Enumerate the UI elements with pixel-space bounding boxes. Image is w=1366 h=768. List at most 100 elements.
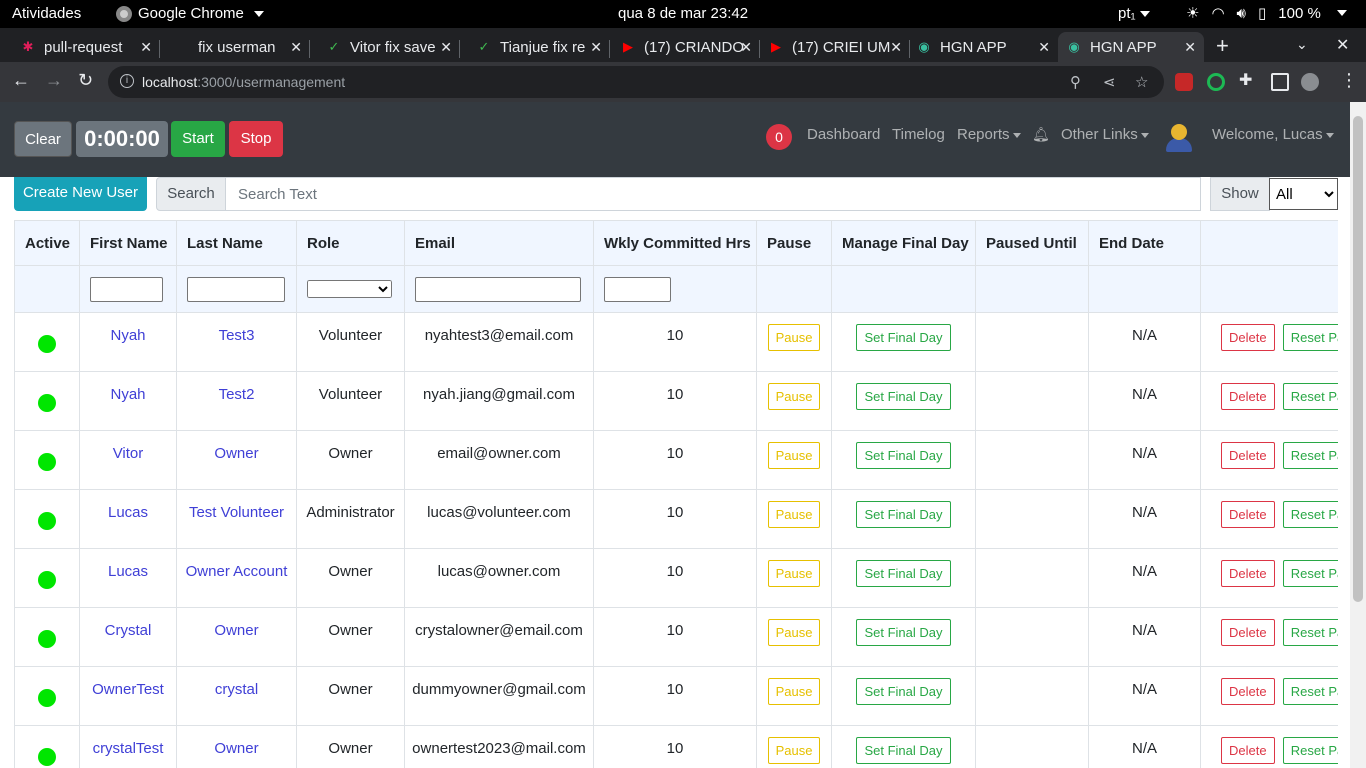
input-method[interactable]: pt₁ [1118, 5, 1150, 22]
nav-welcome-menu[interactable]: Welcome, Lucas [1212, 126, 1334, 143]
show-select[interactable]: All [1269, 178, 1338, 210]
set-final-day-button[interactable]: Set Final Day [856, 737, 951, 764]
pause-button[interactable]: Pause [767, 737, 821, 764]
nav-other-links[interactable]: Other Links [1061, 126, 1149, 143]
delete-button[interactable]: Delete [1221, 619, 1275, 646]
delete-button[interactable]: Delete [1221, 560, 1275, 587]
active-status-dot[interactable] [38, 630, 56, 648]
activities-button[interactable]: Atividades [12, 5, 81, 22]
active-status-dot[interactable] [38, 748, 56, 766]
last-name-link[interactable]: crystal [176, 666, 297, 726]
address-bar[interactable]: i localhost:3000/usermanagement ⚲ ⋖ ☆ [108, 66, 1164, 98]
last-name-link[interactable]: Test Volunteer [176, 489, 297, 549]
scrollbar-thumb[interactable] [1353, 116, 1363, 602]
set-final-day-button[interactable]: Set Final Day [856, 501, 951, 528]
delete-button[interactable]: Delete [1221, 324, 1275, 351]
browser-tab-active[interactable]: ◉ HGN APP ✕ [1058, 32, 1204, 62]
site-info-icon[interactable]: i [120, 74, 134, 88]
nav-timelog[interactable]: Timelog [892, 126, 945, 143]
stop-button[interactable]: Stop [229, 121, 283, 157]
col-header-last-name[interactable]: Last Name [176, 220, 297, 266]
col-header-email[interactable]: Email [404, 220, 594, 266]
col-header-first-name[interactable]: First Name [79, 220, 177, 266]
first-name-link[interactable]: OwnerTest [79, 666, 177, 726]
last-name-link[interactable]: Test2 [176, 371, 297, 431]
pause-button[interactable]: Pause [767, 619, 821, 646]
system-menu[interactable]: ☀ ◠ 🔊︎ ▯ 100 % [1186, 4, 1347, 22]
email-filter[interactable] [415, 276, 581, 302]
first-name-link[interactable]: Lucas [79, 548, 177, 608]
search-input[interactable] [225, 177, 1201, 211]
delete-button[interactable]: Delete [1221, 442, 1275, 469]
first-name-filter[interactable] [90, 276, 163, 302]
pause-button[interactable]: Pause [767, 678, 821, 705]
page-scrollbar[interactable] [1350, 102, 1366, 768]
reset-password-button[interactable]: Reset Pa [1282, 442, 1338, 469]
first-name-link[interactable]: Crystal [79, 607, 177, 667]
role-filter-select[interactable] [307, 280, 392, 298]
last-name-filter[interactable] [187, 276, 285, 302]
profile-avatar[interactable] [1301, 73, 1319, 91]
pause-button[interactable]: Pause [767, 560, 821, 587]
reset-password-button[interactable]: Reset Pa [1282, 501, 1338, 528]
share-icon[interactable]: ⋖ [1103, 73, 1116, 91]
first-name-link[interactable]: Nyah [79, 371, 177, 431]
pause-button[interactable]: Pause [767, 324, 821, 351]
clock[interactable]: qua 8 de mar 23:42 [618, 5, 748, 22]
browser-tab[interactable]: ✓ Vitor fix save ✕ [310, 32, 460, 62]
user-avatar-icon[interactable] [1166, 124, 1192, 154]
last-name-link[interactable]: Owner [176, 725, 297, 768]
notification-count-badge[interactable]: 0 [766, 124, 792, 150]
reset-password-button[interactable]: Reset Pa [1282, 383, 1338, 410]
first-name-link[interactable]: Vitor [79, 430, 177, 490]
bell-icon[interactable]: 🔔︎ [1032, 126, 1050, 143]
nav-reports[interactable]: Reports [957, 126, 1021, 143]
pause-button[interactable]: Pause [767, 501, 821, 528]
zoom-icon[interactable]: ⚲ [1070, 73, 1081, 91]
close-icon[interactable]: ✕ [1038, 39, 1050, 56]
pause-button[interactable]: Pause [767, 383, 821, 410]
browser-tab[interactable]: ▶ (17) CRIEI UM ✕ [760, 32, 910, 62]
clear-button[interactable]: Clear [14, 121, 72, 157]
col-header-weekly-hours[interactable]: Wkly Committed Hrs [593, 220, 757, 266]
close-icon[interactable]: ✕ [440, 39, 452, 56]
pause-button[interactable]: Pause [767, 442, 821, 469]
browser-tab[interactable]: ✱ pull-request ✕ [0, 32, 160, 62]
extension-icon[interactable] [1175, 73, 1193, 91]
last-name-link[interactable]: Owner [176, 607, 297, 667]
first-name-link[interactable]: Nyah [79, 312, 177, 372]
reset-password-button[interactable]: Reset Pa [1282, 737, 1338, 764]
browser-tab[interactable]: fix userman ✕ [160, 32, 310, 62]
extension-icon[interactable] [1207, 73, 1225, 91]
delete-button[interactable]: Delete [1221, 383, 1275, 410]
last-name-link[interactable]: Test3 [176, 312, 297, 372]
last-name-link[interactable]: Owner [176, 430, 297, 490]
col-header-role[interactable]: Role [296, 220, 405, 266]
reset-password-button[interactable]: Reset Pa [1282, 678, 1338, 705]
set-final-day-button[interactable]: Set Final Day [856, 619, 951, 646]
close-icon[interactable]: ✕ [290, 39, 302, 56]
kebab-menu-icon[interactable]: ⋮ [1340, 70, 1358, 91]
first-name-link[interactable]: Lucas [79, 489, 177, 549]
set-final-day-button[interactable]: Set Final Day [856, 560, 951, 587]
create-new-user-button[interactable]: Create New User [14, 177, 147, 211]
tab-search-icon[interactable]: ⌄ [1296, 36, 1308, 53]
bookmark-star-icon[interactable]: ☆ [1135, 73, 1148, 91]
close-icon[interactable]: ✕ [590, 39, 602, 56]
close-icon[interactable]: ✕ [140, 39, 152, 56]
set-final-day-button[interactable]: Set Final Day [856, 678, 951, 705]
active-status-dot[interactable] [38, 689, 56, 707]
col-header-active[interactable]: Active [14, 220, 80, 266]
start-button[interactable]: Start [171, 121, 225, 157]
forward-icon[interactable]: → [45, 70, 63, 91]
new-tab-icon[interactable]: + [1216, 33, 1229, 59]
browser-tab[interactable]: ▶ (17) CRIANDO ✕ [610, 32, 760, 62]
delete-button[interactable]: Delete [1221, 678, 1275, 705]
delete-button[interactable]: Delete [1221, 501, 1275, 528]
browser-tab[interactable]: ◉ HGN APP ✕ [910, 32, 1058, 62]
set-final-day-button[interactable]: Set Final Day [856, 324, 951, 351]
last-name-link[interactable]: Owner Account [176, 548, 297, 608]
active-status-dot[interactable] [38, 512, 56, 530]
reset-password-button[interactable]: Reset Pa [1282, 324, 1338, 351]
set-final-day-button[interactable]: Set Final Day [856, 442, 951, 469]
